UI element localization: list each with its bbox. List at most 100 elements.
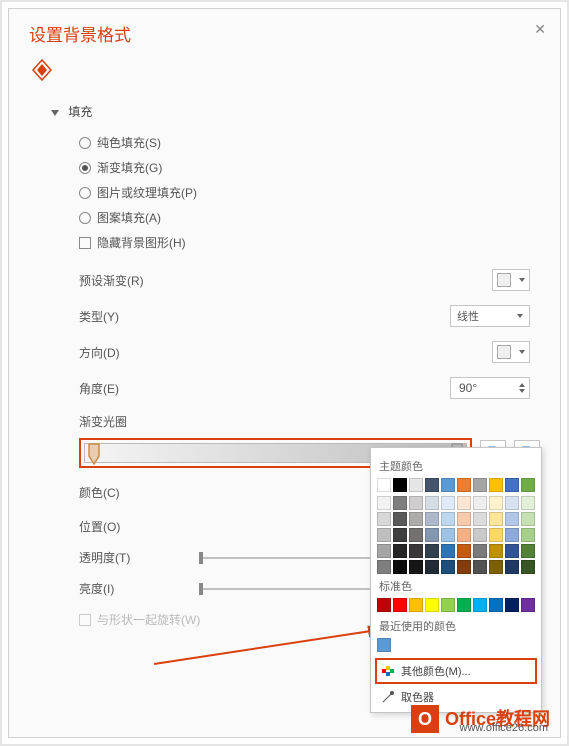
theme-color-grid — [377, 478, 535, 492]
collapse-arrow-icon — [51, 110, 59, 116]
color-swatch[interactable] — [377, 528, 391, 542]
color-swatch[interactable] — [441, 496, 455, 510]
color-swatch[interactable] — [457, 496, 471, 510]
color-swatch[interactable] — [521, 544, 535, 558]
color-swatch[interactable] — [521, 560, 535, 574]
color-swatch[interactable] — [425, 598, 439, 612]
color-swatch[interactable] — [425, 496, 439, 510]
color-swatch[interactable] — [505, 598, 519, 612]
color-swatch[interactable] — [393, 598, 407, 612]
color-swatch[interactable] — [409, 496, 423, 510]
color-swatch[interactable] — [489, 496, 503, 510]
color-swatch[interactable] — [441, 528, 455, 542]
radio-picture-fill[interactable]: 图片或纹理填充(P) — [79, 184, 540, 201]
color-swatch[interactable] — [505, 544, 519, 558]
color-swatch[interactable] — [489, 560, 503, 574]
direction-dropdown[interactable] — [492, 341, 530, 363]
panel-title: 设置背景格式 — [29, 21, 540, 46]
color-swatch[interactable] — [441, 512, 455, 526]
check-hide-bg[interactable]: 隐藏背景图形(H) — [79, 234, 540, 251]
color-swatch[interactable] — [457, 512, 471, 526]
color-swatch[interactable] — [473, 528, 487, 542]
color-swatch[interactable] — [425, 544, 439, 558]
angle-spinner[interactable]: 90° — [450, 377, 530, 399]
color-swatch[interactable] — [377, 560, 391, 574]
radio-gradient-fill[interactable]: 渐变填充(G) — [79, 159, 540, 176]
color-swatch[interactable] — [409, 478, 423, 492]
color-swatch[interactable] — [457, 560, 471, 574]
slider-thumb[interactable] — [199, 552, 203, 564]
color-swatch[interactable] — [377, 496, 391, 510]
color-swatch[interactable] — [473, 560, 487, 574]
color-swatch[interactable] — [505, 478, 519, 492]
color-swatch[interactable] — [393, 496, 407, 510]
color-swatch[interactable] — [505, 496, 519, 510]
color-swatch[interactable] — [489, 528, 503, 542]
color-swatch[interactable] — [409, 512, 423, 526]
chevron-down-icon — [517, 314, 523, 318]
color-swatch[interactable] — [393, 478, 407, 492]
color-swatch[interactable] — [377, 544, 391, 558]
type-dropdown[interactable]: 线性 — [450, 305, 530, 327]
color-swatch[interactable] — [457, 544, 471, 558]
eyedropper-icon — [381, 690, 395, 704]
color-swatch[interactable] — [425, 528, 439, 542]
color-swatch[interactable] — [521, 478, 535, 492]
preset-gradient-label: 预设渐变(R) — [79, 272, 199, 289]
color-swatch[interactable] — [505, 560, 519, 574]
color-swatch[interactable] — [457, 598, 471, 612]
color-swatch[interactable] — [489, 544, 503, 558]
color-swatch[interactable] — [441, 544, 455, 558]
color-swatch[interactable] — [441, 598, 455, 612]
color-swatch[interactable] — [393, 544, 407, 558]
color-swatch[interactable] — [409, 528, 423, 542]
color-swatch[interactable] — [425, 560, 439, 574]
color-swatch[interactable] — [393, 528, 407, 542]
spinner-up-icon[interactable] — [519, 383, 525, 387]
color-swatch[interactable] — [489, 512, 503, 526]
preset-gradient-dropdown[interactable] — [492, 269, 530, 291]
spinner-down-icon[interactable] — [519, 389, 525, 393]
color-swatch[interactable] — [473, 478, 487, 492]
color-swatch[interactable] — [409, 598, 423, 612]
color-swatch[interactable] — [393, 560, 407, 574]
radio-pattern-fill[interactable]: 图案填充(A) — [79, 209, 540, 226]
color-swatch[interactable] — [425, 512, 439, 526]
color-swatch[interactable] — [457, 528, 471, 542]
color-swatch[interactable] — [489, 598, 503, 612]
color-swatch[interactable] — [377, 478, 391, 492]
color-swatch[interactable] — [457, 478, 471, 492]
color-swatch[interactable] — [425, 478, 439, 492]
color-swatch[interactable] — [473, 496, 487, 510]
color-swatch[interactable] — [473, 544, 487, 558]
color-swatch[interactable] — [377, 598, 391, 612]
color-swatch[interactable] — [521, 512, 535, 526]
color-swatch[interactable] — [473, 512, 487, 526]
fill-section-header[interactable]: 填充 — [51, 103, 540, 120]
color-swatch[interactable] — [505, 512, 519, 526]
close-icon[interactable]: ✕ — [534, 21, 546, 38]
color-swatch[interactable] — [521, 528, 535, 542]
color-swatch[interactable] — [377, 638, 391, 652]
color-swatch[interactable] — [505, 528, 519, 542]
color-swatch[interactable] — [521, 496, 535, 510]
gradient-swatch-icon — [497, 273, 511, 287]
color-swatch[interactable] — [441, 560, 455, 574]
color-label: 颜色(C) — [79, 484, 199, 501]
radio-solid-fill[interactable]: 纯色填充(S) — [79, 134, 540, 151]
more-colors-item[interactable]: 其他颜色(M)... — [375, 658, 537, 684]
slider-thumb[interactable] — [199, 583, 203, 595]
color-swatch[interactable] — [441, 478, 455, 492]
color-swatch[interactable] — [473, 598, 487, 612]
brightness-label: 亮度(I) — [79, 580, 199, 597]
color-swatch[interactable] — [409, 544, 423, 558]
color-swatch[interactable] — [393, 512, 407, 526]
fill-bucket-icon[interactable] — [29, 58, 55, 87]
gradient-stop-1[interactable] — [87, 442, 101, 466]
type-label: 类型(Y) — [79, 308, 199, 325]
chevron-down-icon — [519, 278, 525, 282]
color-swatch[interactable] — [489, 478, 503, 492]
color-swatch[interactable] — [521, 598, 535, 612]
color-swatch[interactable] — [377, 512, 391, 526]
color-swatch[interactable] — [409, 560, 423, 574]
